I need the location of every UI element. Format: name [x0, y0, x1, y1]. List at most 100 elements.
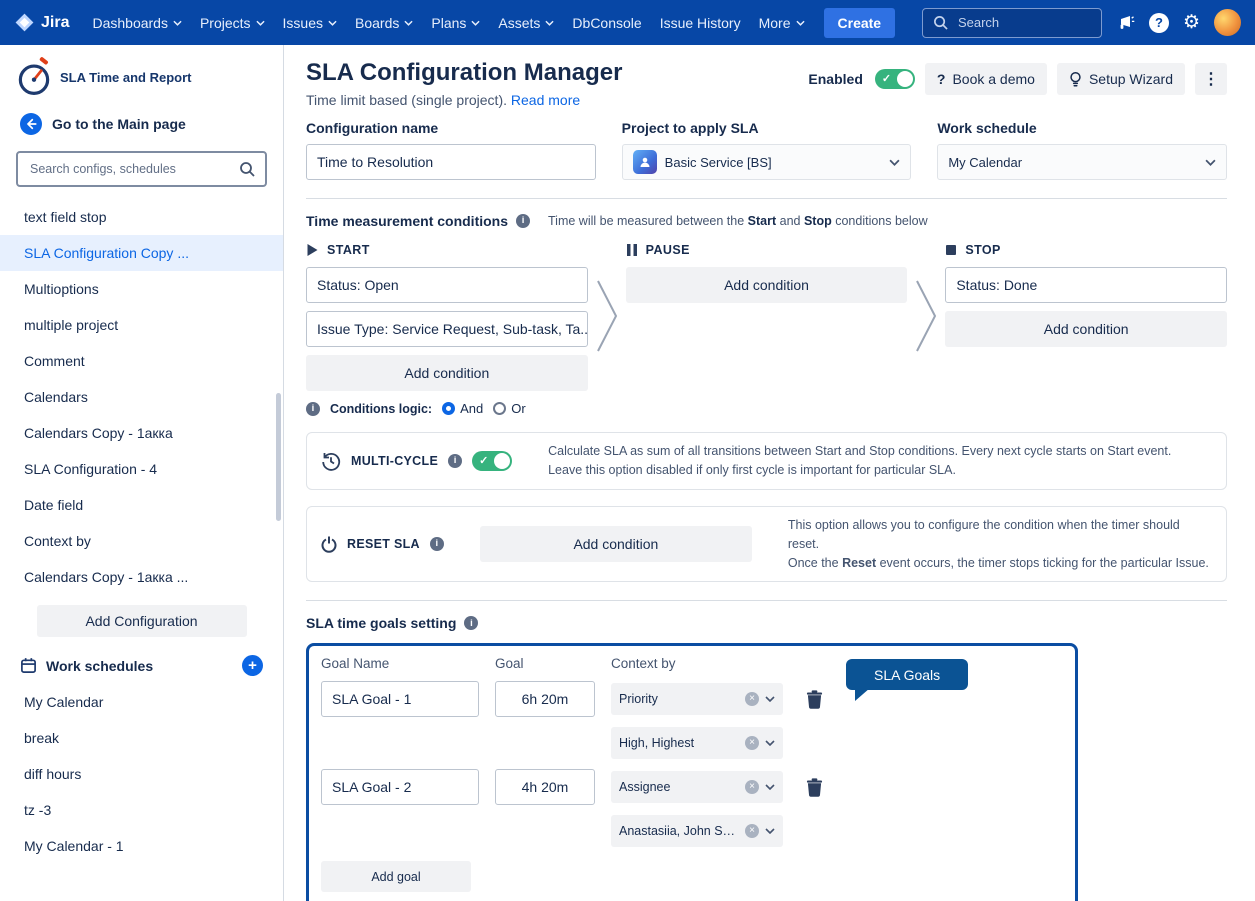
project-select[interactable]: Basic Service [BS] [622, 144, 912, 180]
project-select-value: Basic Service [BS] [665, 155, 882, 170]
logic-and-radio[interactable]: And [442, 401, 483, 416]
work-schedules-title: Work schedules [46, 658, 153, 674]
create-button[interactable]: Create [824, 8, 896, 38]
sidebar-scrollbar[interactable] [276, 393, 281, 521]
add-goal-button[interactable]: Add goal [321, 861, 471, 892]
back-to-main-link[interactable]: Go to the Main page [0, 103, 283, 145]
pause-add-condition-button[interactable]: Add condition [626, 267, 908, 303]
nav-item-dashboards[interactable]: Dashboards [83, 9, 191, 37]
nav-item-boards[interactable]: Boards [346, 9, 422, 37]
config-item[interactable]: multiple project [0, 307, 283, 343]
add-configuration-button[interactable]: Add Configuration [37, 605, 247, 637]
pause-label: PAUSE [646, 243, 690, 257]
logic-or-radio[interactable]: Or [493, 401, 525, 416]
trash-icon [806, 690, 823, 709]
chevron-down-icon [765, 740, 775, 746]
back-arrow-icon [20, 113, 42, 135]
schedule-item[interactable]: My Calendar [0, 684, 283, 720]
schedule-item[interactable]: break [0, 720, 283, 756]
start-conditions-column: START Status: Open Issue Type: Service R… [306, 243, 588, 416]
schedule-item[interactable]: diff hours [0, 756, 283, 792]
clear-icon[interactable]: × [745, 824, 759, 838]
nav-item-issue-history[interactable]: Issue History [651, 9, 750, 37]
context-values-select[interactable]: Anastasiia, John Smit... × [611, 815, 783, 847]
config-item[interactable]: SLA Configuration - 4 [0, 451, 283, 487]
info-icon[interactable]: i [516, 214, 530, 228]
nav-item-assets[interactable]: Assets [489, 9, 563, 37]
user-avatar[interactable] [1214, 9, 1241, 36]
config-item-selected[interactable]: SLA Configuration Copy ... [0, 235, 283, 271]
schedule-item[interactable]: My Calendar - 1 [0, 828, 283, 864]
goal-value-input[interactable] [495, 769, 595, 805]
config-item[interactable]: Date field [0, 487, 283, 523]
start-add-condition-button[interactable]: Add condition [306, 355, 588, 391]
logic-or-label: Or [511, 401, 525, 416]
goal-name-input[interactable] [321, 769, 479, 805]
context-field-select[interactable]: Assignee × [611, 771, 783, 803]
section-divider [306, 198, 1227, 199]
configs-search-input[interactable] [28, 161, 239, 177]
config-item[interactable]: Multioptions [0, 271, 283, 307]
read-more-link[interactable]: Read more [511, 92, 580, 108]
nav-item-label: Projects [200, 15, 251, 31]
enabled-toggle[interactable]: ✓ [875, 69, 915, 89]
chevron-down-icon [545, 20, 554, 26]
nav-item-more[interactable]: More [750, 9, 814, 37]
clear-icon[interactable]: × [745, 692, 759, 706]
work-schedules-header: Work schedules + [0, 643, 283, 684]
info-icon[interactable]: i [306, 402, 320, 416]
book-demo-button[interactable]: ? Book a demo [925, 63, 1047, 95]
stop-condition-status[interactable]: Status: Done [945, 267, 1227, 303]
config-item[interactable]: text field stop [0, 199, 283, 235]
radio-dot [442, 402, 455, 415]
multi-cycle-toggle[interactable]: ✓ [472, 451, 512, 471]
play-icon [306, 243, 319, 257]
config-name-input[interactable] [306, 144, 596, 180]
settings-gear-icon[interactable]: ⚙ [1183, 13, 1200, 32]
jira-home-link[interactable]: Jira [14, 12, 69, 33]
goal-name-input[interactable] [321, 681, 479, 717]
setup-wizard-button[interactable]: Setup Wizard [1057, 63, 1185, 95]
config-item[interactable]: Comment [0, 343, 283, 379]
stop-conditions-column: STOP Status: Done Add condition [945, 243, 1227, 355]
info-icon[interactable]: i [430, 537, 444, 551]
config-item[interactable]: Context by [0, 523, 283, 559]
info-icon[interactable]: i [464, 616, 478, 630]
nav-item-dbconsole[interactable]: DbConsole [563, 9, 650, 37]
clear-icon[interactable]: × [745, 736, 759, 750]
start-condition-status[interactable]: Status: Open [306, 267, 588, 303]
schedule-item[interactable]: tz -3 [0, 792, 283, 828]
info-icon[interactable]: i [448, 454, 462, 468]
global-search-input[interactable] [956, 14, 1091, 31]
context-values-value: High, Highest [619, 736, 739, 750]
delete-goal-button[interactable] [799, 688, 829, 711]
configs-search[interactable] [16, 151, 267, 187]
clear-icon[interactable]: × [745, 780, 759, 794]
reset-add-condition-button[interactable]: Add condition [480, 526, 752, 562]
more-options-button[interactable]: ⋮ [1195, 63, 1227, 95]
multi-cycle-description: Calculate SLA as sum of all transitions … [522, 442, 1212, 480]
work-schedule-select[interactable]: My Calendar [937, 144, 1227, 180]
add-schedule-button[interactable]: + [242, 655, 263, 676]
config-item[interactable]: Calendars Copy - 1акка ... [0, 559, 283, 595]
stop-icon [945, 244, 957, 256]
global-search[interactable] [922, 8, 1102, 38]
stop-add-condition-button[interactable]: Add condition [945, 311, 1227, 347]
goal-value-input[interactable] [495, 681, 595, 717]
reset-sla-card: RESET SLA i Add condition This option al… [306, 506, 1227, 582]
help-button[interactable]: ? [1149, 13, 1169, 33]
delete-goal-button[interactable] [799, 776, 829, 799]
context-values-select[interactable]: High, Highest × [611, 727, 783, 759]
config-fields-row: Configuration name Project to apply SLA … [306, 120, 1227, 180]
config-item[interactable]: Calendars Copy - 1акка [0, 415, 283, 451]
nav-item-plans[interactable]: Plans [422, 9, 489, 37]
nav-item-projects[interactable]: Projects [191, 9, 274, 37]
goals-column-header-name: Goal Name [321, 656, 479, 671]
announcements-button[interactable] [1116, 14, 1135, 32]
context-field-select[interactable]: Priority × [611, 683, 783, 715]
enabled-label: Enabled [808, 71, 862, 87]
nav-item-issues[interactable]: Issues [274, 9, 346, 37]
main-menu: Dashboards Projects Issues Boards Plans … [83, 9, 813, 37]
config-item[interactable]: Calendars [0, 379, 283, 415]
start-condition-issue-type[interactable]: Issue Type: Service Request, Sub-task, T… [306, 311, 588, 347]
